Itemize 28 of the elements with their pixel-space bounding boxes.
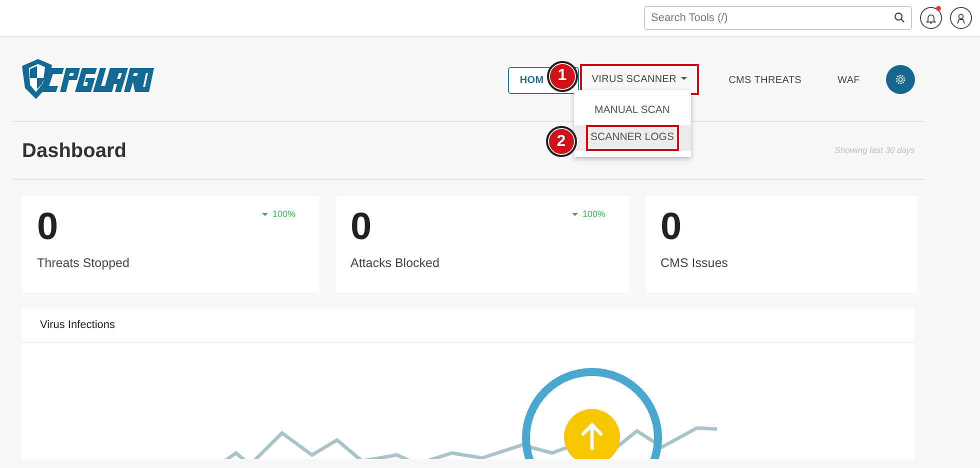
user-icon bbox=[956, 12, 966, 24]
stat-value: 0 bbox=[37, 208, 58, 246]
down-caret-icon bbox=[262, 213, 268, 217]
stat-label: CMS Issues bbox=[660, 255, 729, 272]
nav-link[interactable]: CMS THREATS bbox=[710, 68, 820, 93]
menu-item[interactable]: SCANNER LOGS bbox=[586, 125, 679, 151]
settings-button[interactable] bbox=[886, 64, 915, 94]
search-icon bbox=[894, 12, 905, 23]
search-field[interactable]: Search Tools (/) bbox=[644, 6, 912, 30]
stat-value: 0 bbox=[660, 208, 682, 246]
caret-icon bbox=[680, 77, 687, 81]
date-range-note: Showing last 30 days bbox=[834, 144, 915, 157]
stat-label: Threats Stopped bbox=[37, 255, 130, 272]
callout-marker: 2 bbox=[546, 126, 577, 158]
notification-button[interactable] bbox=[920, 7, 942, 29]
trend-value: 100% bbox=[272, 208, 296, 222]
settings-icon bbox=[895, 74, 906, 84]
user-button[interactable] bbox=[950, 7, 972, 29]
menu-item[interactable]: MANUAL SCAN bbox=[574, 96, 691, 126]
stat-value: 0 bbox=[350, 208, 372, 246]
panel-title: Virus Infections bbox=[40, 318, 116, 334]
bell-icon bbox=[926, 12, 936, 24]
down-caret-icon bbox=[572, 213, 578, 217]
callout-marker: 1 bbox=[546, 60, 578, 92]
trend-value: 100% bbox=[582, 208, 606, 222]
stat-label: Attacks Blocked bbox=[350, 255, 440, 272]
page-title: Dashboard bbox=[22, 138, 126, 162]
nav-link[interactable]: WAF bbox=[820, 68, 878, 93]
